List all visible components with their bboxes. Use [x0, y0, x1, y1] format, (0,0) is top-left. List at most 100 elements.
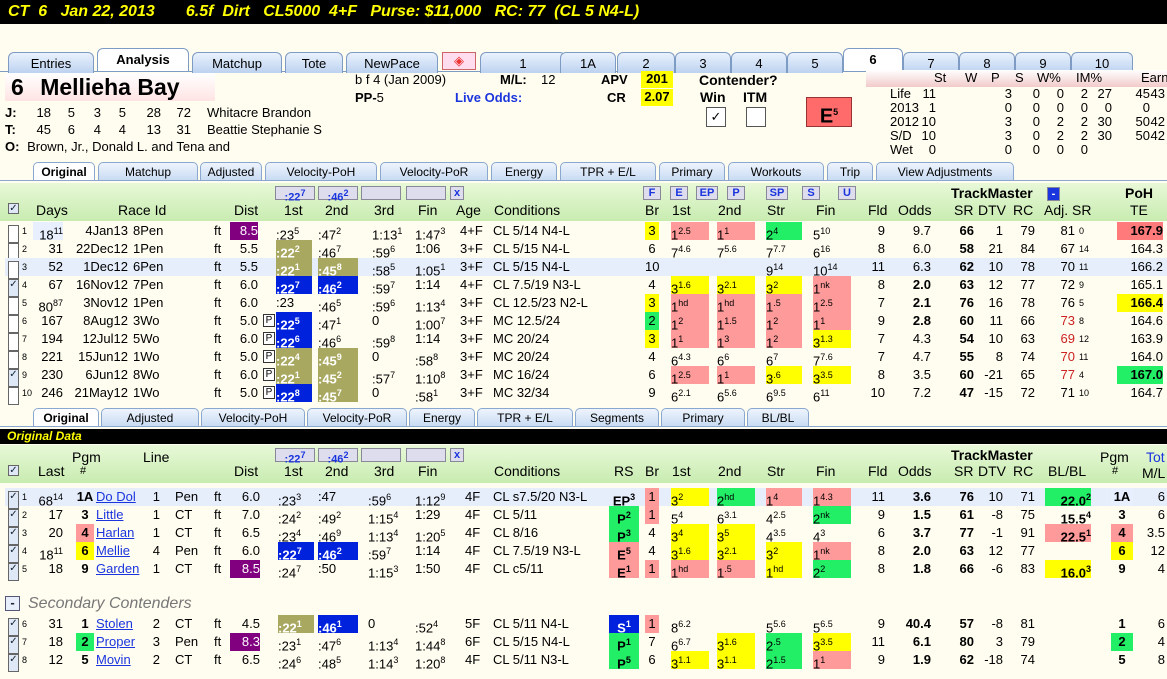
horse-link[interactable]: Proper [96, 633, 135, 651]
itm-checkbox[interactable] [746, 107, 766, 127]
pp-row[interactable]: 6 167 8Aug12 3Wo ft 5.0 P:225:471 0 1:007 3+F MC 1… [5, 312, 1167, 333]
subtab2-blbl[interactable]: BL/BL [747, 408, 809, 426]
secondary-row[interactable]: 7182Proper3Penft8.3:231:4761:1341:4486FC… [5, 633, 1167, 654]
subtab2-adjusted[interactable]: Adjusted [101, 408, 199, 426]
race-date[interactable]: 21May12 [65, 384, 128, 402]
contender-row[interactable]: 168141ADo Dol1Penft6.0:233:47:5961:1294F… [5, 488, 1167, 509]
subtab-trip[interactable]: Trip [827, 162, 873, 180]
race-date[interactable]: 15Jun12 [65, 348, 128, 366]
secondary-row[interactable]: 8 12 5 Movin 2 CT ft 6.5:246:485 1:143 1:208 4F CL … [5, 651, 1167, 672]
pp-row[interactable]: 1 1811 4Jan13 8Pen ft 8.5:235:472 1:131 1:473 4+… [5, 222, 1167, 243]
sort-3rd-button[interactable] [361, 186, 401, 200]
filter-sp-button[interactable]: SP [766, 186, 788, 200]
pp-row[interactable]: 4 6716Nov12 7Pen ft 6.0:227:462:597 1:14 4+F CL… [5, 276, 1167, 297]
subtab-adjusted[interactable]: Adjusted [200, 162, 262, 180]
od-sort-fin-button[interactable] [406, 448, 446, 462]
select-all-checkbox[interactable] [8, 203, 19, 214]
horse-link[interactable]: Do Dol [96, 488, 136, 506]
subtab-original[interactable]: Original [33, 162, 95, 180]
sort-fin-button[interactable] [406, 186, 446, 200]
tab-newpace[interactable]: NewPace [346, 52, 438, 73]
tab-entries[interactable]: Entries [8, 52, 94, 73]
horse-link[interactable]: Movin [96, 651, 131, 669]
filter-s-button[interactable]: S [802, 186, 820, 200]
horse-link[interactable]: Mellie [96, 542, 130, 560]
contender-row[interactable]: 5189Garden1CTft8.5:247:501:1531:504FCL c… [5, 560, 1167, 581]
subtab-primary[interactable]: Primary [659, 162, 725, 180]
subtab-tpr-el[interactable]: TPR + E/L [560, 162, 656, 180]
od-clear-x-button[interactable]: x [450, 448, 464, 462]
subtab-velocity-por[interactable]: Velocity-PoR [380, 162, 488, 180]
subtab-workouts[interactable]: Workouts [728, 162, 824, 180]
row-checkbox[interactable] [8, 387, 19, 405]
race-date[interactable]: 16Nov12 [65, 276, 128, 294]
race-date[interactable]: 4Jan13 [65, 222, 128, 240]
horse-tab-3[interactable]: 3 [675, 52, 731, 73]
od-col-tot[interactable]: Tot [1146, 449, 1165, 465]
filter-e-button[interactable]: E [670, 186, 688, 200]
filter-f-button[interactable]: F [643, 186, 661, 200]
horse-link[interactable]: Little [96, 506, 123, 524]
race-date[interactable]: 8Aug12 [65, 312, 128, 330]
pp-row[interactable]: 3 52 1Dec12 6Pen ft 5.5:221:458:585 1:051 3+F CL… [5, 258, 1167, 279]
tab-matchup[interactable]: Matchup [192, 52, 282, 73]
race-date[interactable]: 12Jul12 [65, 330, 128, 348]
horse-tab-5[interactable]: 5 [787, 52, 843, 73]
od-sort-22-button[interactable]: :227 [275, 448, 315, 466]
trainer-name[interactable]: Beattie Stephanie S [207, 122, 322, 137]
od-sort-46-button[interactable]: :462 [318, 448, 358, 466]
horse-tab-1[interactable]: 1 [480, 52, 566, 73]
race-date[interactable]: 1Dec12 [65, 258, 128, 276]
sort-22-button[interactable]: :227 [275, 186, 315, 204]
pp-row[interactable]: 2 31 22Dec12 1Pen ft 5.5:222:467:596 1:06 3+F CL… [5, 240, 1167, 261]
sort-46-button[interactable]: :462 [318, 186, 358, 204]
pp-row[interactable]: 10 246 21May12 1Wo ft 5.0 P:228:457 0:581 3+F MC … [5, 384, 1167, 405]
pp-row[interactable]: 7 194 12Jul12 5Wo ft 6.0 P:226:466:598 1:14 3+F M… [5, 330, 1167, 351]
horse-tab-4[interactable]: 4 [731, 52, 787, 73]
pp-row[interactable]: 8 221 15Jun12 1Wo ft 5.0 P:224:459 0:588 3+F MC 2… [5, 348, 1167, 369]
horse-tab-6[interactable]: 6 [843, 48, 903, 71]
subtab2-tpr-el[interactable]: TPR + E/L [477, 408, 573, 426]
collapse-trackmaster-button[interactable]: - [1047, 187, 1060, 201]
horse-link[interactable]: Harlan [96, 524, 134, 542]
race-date[interactable]: 6Jun12 [65, 366, 128, 384]
filter-p-button[interactable]: P [727, 186, 745, 200]
tab-analysis[interactable]: Analysis [97, 48, 189, 71]
subtab2-energy[interactable]: Energy [409, 408, 475, 426]
jockey-name[interactable]: Whitacre Brandon [207, 105, 311, 120]
subtab2-velocity-por[interactable]: Velocity-PoR [307, 408, 407, 426]
contender-row[interactable]: 2 17 3 Little 1 CT ft 7.0:242:492 1:154 1:29 4F CL … [5, 506, 1167, 527]
tab-tote[interactable]: Tote [285, 52, 343, 73]
win-checkbox[interactable]: ✓ [706, 107, 726, 127]
subtab2-original[interactable]: Original [33, 408, 99, 426]
horse-tab-1a[interactable]: 1A [560, 52, 616, 73]
filter-u-button[interactable]: U [838, 186, 856, 200]
od-select-all-checkbox[interactable] [8, 465, 19, 476]
row-checkbox[interactable] [8, 563, 19, 581]
clear-x-button[interactable]: x [450, 186, 464, 200]
subtab-view-adjustments[interactable]: View Adjustments [876, 162, 1014, 180]
pp-row[interactable]: 9 2306Jun12 8Wo ft 6.0 P:221:452:577 1:108 3+F M… [5, 366, 1167, 387]
horse-link[interactable]: Stolen [96, 615, 133, 633]
secondary-row[interactable]: 6 31 1 Stolen 2 CT ft 4.5:221:461 0:524 5F CL 5/11… [5, 615, 1167, 636]
contender-row[interactable]: 3204Harlan1CTft6.5:234:4691:1341:2054FCL… [5, 524, 1167, 545]
collapse-secondary-button[interactable]: - [5, 596, 20, 611]
od-sort-3rd-button[interactable] [361, 448, 401, 462]
horse-link[interactable]: Garden [96, 560, 139, 578]
horse-tab-2[interactable]: 2 [617, 52, 675, 73]
filter-ep-button[interactable]: EP [696, 186, 718, 200]
race-date[interactable]: 3Nov12 [65, 294, 128, 312]
subtab-energy[interactable]: Energy [491, 162, 557, 180]
contender-row[interactable]: 418116Mellie4Penft6.0:227:462:5971:144FC… [5, 542, 1167, 563]
pp-row[interactable]: 5 8087 3Nov12 1Pen ft 6.0:23:465:596 1:134 3+F C… [5, 294, 1167, 315]
subtab-matchup[interactable]: Matchup [98, 162, 198, 180]
subtab-velocity-poh[interactable]: Velocity-PoH [265, 162, 377, 180]
run-style: E1 [609, 560, 639, 580]
subtab2-primary[interactable]: Primary [661, 408, 745, 426]
subtab2-segments[interactable]: Segments [575, 408, 659, 426]
superscript: 2 [336, 510, 342, 520]
diamond-icon[interactable]: ◈ [442, 52, 476, 70]
subtab2-velocity-poh[interactable]: Velocity-PoH [201, 408, 305, 426]
race-date[interactable]: 22Dec12 [65, 240, 128, 258]
row-checkbox[interactable] [8, 654, 19, 672]
